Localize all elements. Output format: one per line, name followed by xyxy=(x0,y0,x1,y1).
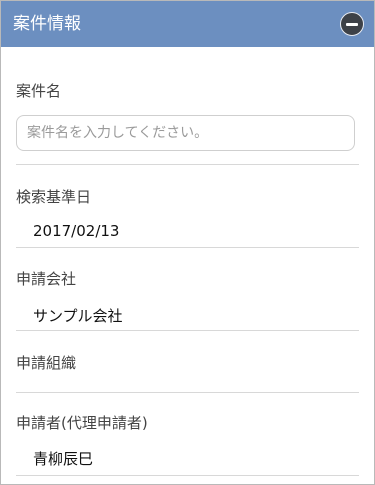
applicant-org-field: 申請組織 xyxy=(16,331,359,393)
search-date-value: 2017/02/13 xyxy=(33,222,120,240)
case-info-panel: 案件情報 案件名 検索基準日 2017/02/13 申請会社 サンプル会社 申請… xyxy=(0,0,375,485)
case-name-input[interactable] xyxy=(16,115,355,151)
applicant-company-field: 申請会社 サンプル会社 xyxy=(16,248,359,331)
applicant-company-value: サンプル会社 xyxy=(33,307,123,325)
minus-glyph xyxy=(346,23,358,26)
panel-title: 案件情報 xyxy=(13,14,81,34)
case-name-label: 案件名 xyxy=(16,82,62,100)
search-date-label: 検索基準日 xyxy=(16,188,92,206)
panel-header[interactable]: 案件情報 xyxy=(1,1,374,47)
applicant-label: 申請者(代理申請者) xyxy=(16,414,148,432)
applicant-value: 青柳辰巳 xyxy=(33,450,94,468)
applicant-company-label: 申請会社 xyxy=(16,270,77,288)
applicant-org-label: 申請組織 xyxy=(16,354,77,372)
minus-circle-icon[interactable] xyxy=(340,12,364,36)
applicant-field: 申請者(代理申請者) 青柳辰巳 xyxy=(16,393,359,476)
search-date-field: 検索基準日 2017/02/13 xyxy=(16,165,359,248)
case-name-field: 案件名 xyxy=(16,48,359,165)
